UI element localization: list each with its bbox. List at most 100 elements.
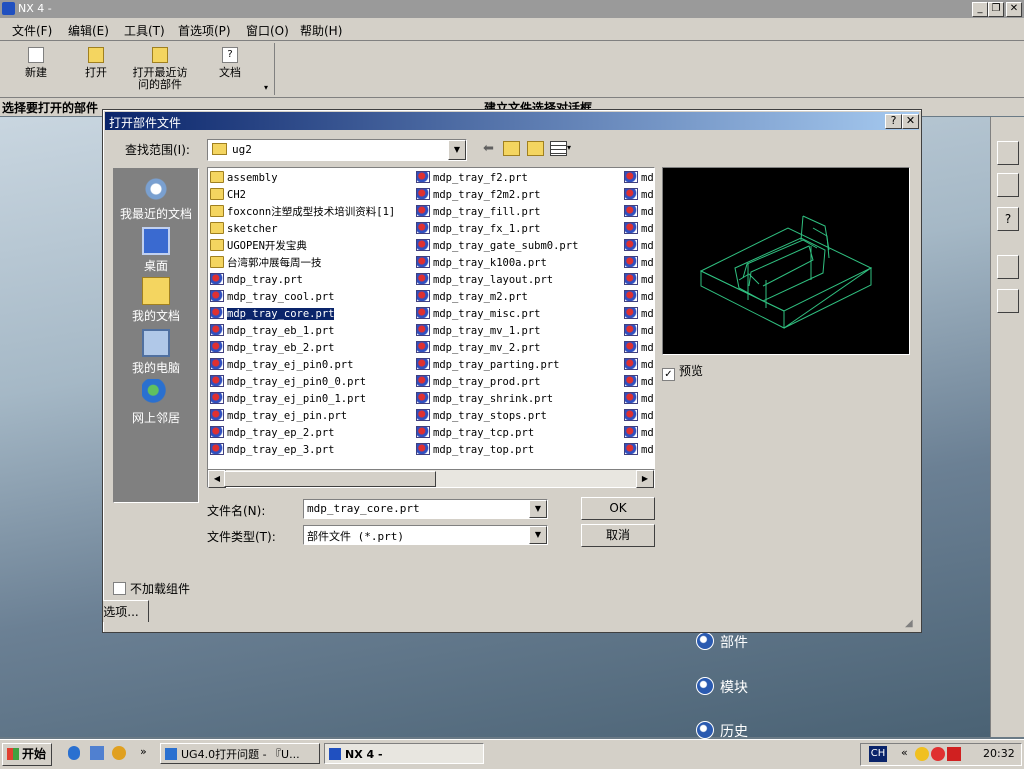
file-list-item[interactable]: sketcher [210,221,395,238]
cancel-button[interactable]: 取消 [581,524,655,547]
dialog-help-button[interactable]: ? [885,114,902,129]
place-network[interactable]: 网上邻居 [114,379,198,426]
link-modules[interactable]: 模块 [696,677,748,697]
file-list-item[interactable]: md [624,221,654,238]
chevron-down-icon[interactable]: ▼ [448,140,466,160]
place-desktop[interactable]: 桌面 [114,227,198,274]
file-list-item[interactable]: mdp_tray_f2m2.prt [416,187,578,204]
file-list-item[interactable]: mdp_tray_cool.prt [210,289,395,306]
file-list-item[interactable]: mdp_tray_mv_1.prt [416,323,578,340]
file-list-item[interactable]: md [624,391,654,408]
preview-checkbox[interactable]: ✓ 预览 [662,362,703,381]
chevron-down-icon[interactable]: ▼ [529,500,547,518]
link-parts[interactable]: 部件 [696,632,748,652]
file-list-item[interactable]: UGOPEN开发宝典 [210,238,395,255]
menu-tools[interactable]: 工具(T) [124,22,165,39]
file-list-item[interactable]: md [624,408,654,425]
view-dropdown-icon[interactable]: ▾ [567,143,571,152]
file-list-item[interactable]: mdp_tray_fill.prt [416,204,578,221]
file-list-item[interactable]: mdp_tray_core.prt [210,306,395,323]
file-list-item[interactable]: mdp_tray_k100a.prt [416,255,578,272]
resource-help-icon[interactable]: ? [997,207,1019,231]
file-list-item[interactable]: md [624,323,654,340]
file-list-item[interactable]: mdp_tray_layout.prt [416,272,578,289]
filename-input[interactable]: mdp_tray_core.prt ▼ [303,499,548,519]
place-recent[interactable]: 我最近的文档 [114,175,198,222]
file-list-item[interactable]: mdp_tray_prod.prt [416,374,578,391]
file-list-item[interactable]: md [624,170,654,187]
place-my-computer[interactable]: 我的电脑 [114,329,198,376]
ok-button[interactable]: OK [581,497,655,520]
file-list-item[interactable]: 台湾郭冲展每周一技 [210,255,395,272]
filetype-select[interactable]: 部件文件 (*.prt) ▼ [303,525,548,545]
file-list-item[interactable]: mdp_tray_ej_pin0_0.prt [210,374,395,391]
new-button[interactable]: 新建 [6,47,66,79]
quicklaunch-more-icon[interactable]: » [140,745,147,758]
link-history[interactable]: 历史 [696,721,748,741]
file-list-item[interactable]: CH2 [210,187,395,204]
quicklaunch-ie-icon[interactable] [68,746,80,760]
open-button[interactable]: 打开 [66,47,126,79]
file-list-item[interactable]: mdp_tray_ep_2.prt [210,425,395,442]
start-button[interactable]: 开始 [2,743,52,766]
menu-window[interactable]: 窗口(O) [246,22,289,39]
tray-expand-icon[interactable]: « [901,746,908,759]
file-list-item[interactable]: md [624,425,654,442]
resource-roles-icon[interactable] [997,173,1019,197]
file-list-item[interactable]: md [624,442,654,459]
file-list-item[interactable]: md [624,340,654,357]
input-language-indicator[interactable]: CH [869,746,887,762]
minimize-button[interactable]: _ [972,2,988,17]
docs-button[interactable]: ? 文档 [200,47,260,79]
menu-file[interactable]: 文件(F) [12,22,52,39]
dialog-close-button[interactable]: ✕ [902,114,919,129]
new-folder-icon[interactable] [527,141,544,156]
file-list-item[interactable]: mdp_tray_top.prt [416,442,578,459]
task-browser[interactable]: UG4.0打开问题 - 『U... [160,743,320,764]
resource-users-icon[interactable] [997,289,1019,313]
resource-history-icon[interactable] [997,255,1019,279]
file-list-item[interactable]: mdp_tray_f2.prt [416,170,578,187]
file-list-item[interactable]: mdp_tray_stops.prt [416,408,578,425]
options-button[interactable]: 选项... [103,600,149,622]
file-list-item[interactable]: mdp_tray_misc.prt [416,306,578,323]
file-list-item[interactable]: mdp_tray_parting.prt [416,357,578,374]
open-recent-button[interactable]: 打开最近访问的部件 [128,47,192,91]
file-list-item[interactable]: md [624,187,654,204]
file-list-item[interactable]: md [624,357,654,374]
back-icon[interactable]: ⬅ [483,141,494,156]
menu-help[interactable]: 帮助(H) [300,22,342,39]
file-list-item[interactable]: mdp_tray_shrink.prt [416,391,578,408]
file-list-item[interactable]: mdp_tray_gate_subm0.prt [416,238,578,255]
look-in-combo[interactable]: ug2 ▼ [207,139,467,161]
view-menu-icon[interactable] [550,141,567,156]
file-list-item[interactable]: md [624,289,654,306]
quicklaunch-media-icon[interactable] [112,746,126,760]
file-list-item[interactable]: assembly [210,170,395,187]
file-list-item[interactable]: mdp_tray_ej_pin0_1.prt [210,391,395,408]
place-my-documents[interactable]: 我的文档 [114,277,198,324]
file-list-item[interactable]: md [624,255,654,272]
qq-alert-icon[interactable] [931,747,945,761]
file-list-item[interactable]: mdp_tray_ep_3.prt [210,442,395,459]
file-list-item[interactable]: mdp_tray_eb_1.prt [210,323,395,340]
file-list-item[interactable]: md [624,238,654,255]
close-button[interactable]: ✕ [1006,2,1022,17]
qq-icon[interactable] [915,747,929,761]
file-list[interactable]: assembly CH2 foxconn注塑成型技术培训资料[1] sketcher U… [207,167,655,471]
file-list-item[interactable]: foxconn注塑成型技术培训资料[1] [210,204,395,221]
file-list-item[interactable]: md [624,204,654,221]
file-list-item[interactable]: md [624,306,654,323]
resize-grip-icon[interactable]: ◢ [905,618,913,629]
chevron-down-icon[interactable]: ▼ [529,526,547,544]
task-nx[interactable]: NX 4 - [324,743,484,764]
no-load-components-checkbox[interactable]: 不加载组件 [113,580,190,597]
restore-button[interactable]: ❐ [988,2,1004,17]
menu-preferences[interactable]: 首选项(P) [178,22,231,39]
scroll-thumb[interactable] [224,471,436,487]
menu-edit[interactable]: 编辑(E) [68,22,109,39]
file-list-hscrollbar[interactable]: ◀ ▶ [207,469,655,488]
file-list-item[interactable]: mdp_tray.prt [210,272,395,289]
file-list-item[interactable]: mdp_tray_fx_1.prt [416,221,578,238]
file-list-item[interactable]: mdp_tray_tcp.prt [416,425,578,442]
